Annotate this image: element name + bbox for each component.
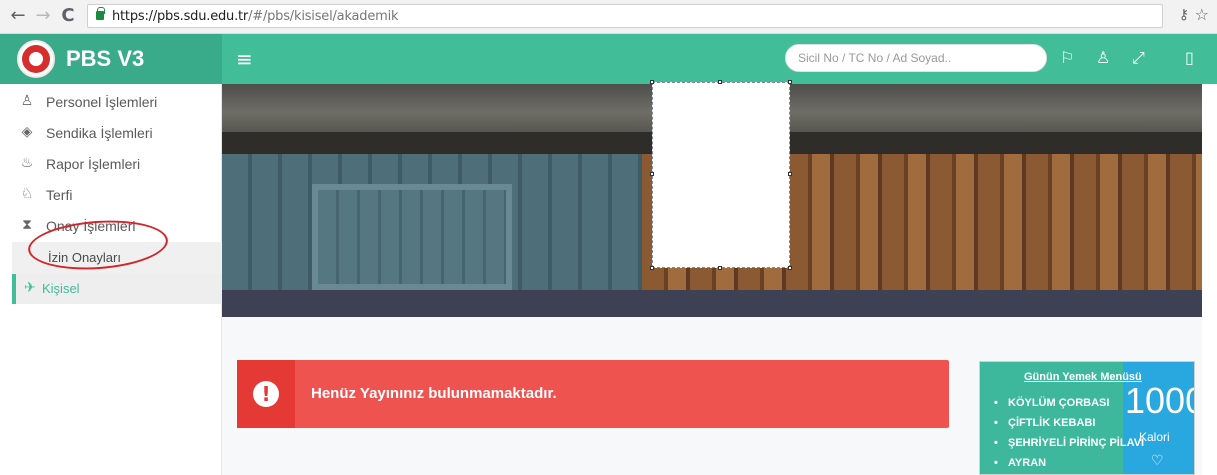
heart-icon[interactable]: ♡: [1151, 453, 1164, 469]
sidebar: ♙ Personel İşlemleri ◈ Sendika İşlemleri…: [0, 84, 222, 475]
daily-menu-card: Günün Yemek Menüsü KÖYLÜM ÇORBASI ÇİFTLİ…: [979, 361, 1195, 475]
pin-icon: ✈: [24, 280, 36, 296]
browser-toolbar: ← → C https://pbs.sdu.edu.tr/#/pbs/kisis…: [0, 0, 1217, 34]
exclamation-icon: !: [253, 381, 279, 407]
lock-icon: [96, 7, 105, 20]
list-item: KÖYLÜM ÇORBASI: [994, 393, 1144, 413]
key-icon[interactable]: ⚷: [1179, 6, 1189, 23]
sidebar-item-kisisel[interactable]: ✈ Kişisel: [12, 274, 222, 304]
calorie-label: Kalori: [1139, 430, 1170, 444]
layers-icon: ◈: [21, 124, 33, 140]
resize-handle[interactable]: [650, 266, 654, 270]
resize-handle[interactable]: [788, 172, 792, 176]
resize-handle[interactable]: [650, 172, 654, 176]
fullscreen-icon[interactable]: ⤢: [1132, 48, 1145, 68]
sidebar-item-label: Terfi: [46, 187, 73, 203]
brand-name: PBS V3: [66, 46, 145, 71]
resize-handle[interactable]: [650, 80, 654, 84]
sidebar-item-label: Kişisel: [42, 281, 80, 296]
sidebar-toggle-icon[interactable]: ▯: [1185, 48, 1194, 67]
alert-icon-box: !: [237, 360, 295, 428]
back-button[interactable]: ←: [8, 5, 28, 27]
address-bar[interactable]: https://pbs.sdu.edu.tr/#/pbs/kisisel/aka…: [87, 4, 1163, 28]
flag-icon[interactable]: ⚐: [1060, 48, 1074, 67]
url-text: https://pbs.sdu.edu.tr/#/pbs/kisisel/aka…: [112, 9, 399, 24]
app-header: PBS V3 ≡ ⚐ ♙ ⤢ ▯: [0, 34, 1217, 84]
bookmark-star-icon[interactable]: ☆: [1195, 5, 1209, 24]
search-input[interactable]: [785, 44, 1047, 72]
brand[interactable]: PBS V3: [0, 34, 222, 84]
resize-handle[interactable]: [718, 80, 722, 84]
users-icon: ♘: [20, 186, 34, 202]
list-item: ŞEHRİYELİ PİRİNÇ PİLAVI: [994, 433, 1144, 453]
profile-strip: [222, 290, 1202, 317]
sidebar-item-label: Rapor İşlemleri: [46, 156, 141, 172]
forward-button[interactable]: →: [33, 5, 53, 27]
resize-handle[interactable]: [718, 266, 722, 270]
resize-handle[interactable]: [788, 80, 792, 84]
sidebar-item-terfi[interactable]: ♘ Terfi: [0, 180, 222, 210]
alert-text: Henüz Yayınınız bulunmamaktadır.: [311, 385, 557, 402]
reload-button[interactable]: C: [58, 5, 78, 27]
sidebar-item-personel[interactable]: ♙ Personel İşlemleri: [0, 87, 222, 117]
sidebar-item-label: Sendika İşlemleri: [46, 125, 153, 141]
sidebar-item-sendika[interactable]: ◈ Sendika İşlemleri: [0, 118, 222, 148]
sidebar-item-rapor[interactable]: ♨ Rapor İşlemleri: [0, 149, 222, 179]
no-publication-alert: ! Henüz Yayınınız bulunmamaktadır.: [237, 360, 949, 428]
user-icon: ♙: [20, 93, 34, 109]
calorie-value: 1000: [1125, 380, 1194, 421]
sidebar-item-label: Personel İşlemleri: [46, 94, 158, 110]
profile-photo-placeholder[interactable]: [650, 80, 792, 270]
hourglass-icon: ⧗: [22, 217, 32, 233]
menu-list: KÖYLÜM ÇORBASI ÇİFTLİK KEBABI ŞEHRİYELİ …: [994, 393, 1144, 473]
list-item: AYRAN: [994, 453, 1144, 473]
list-item: ÇİFTLİK KEBABI: [994, 413, 1144, 433]
user-icon[interactable]: ♙: [1096, 48, 1110, 67]
fire-icon: ♨: [20, 155, 34, 171]
menu-toggle-icon[interactable]: ≡: [236, 47, 253, 71]
university-logo: [17, 40, 55, 78]
cover-door: [312, 184, 512, 290]
resize-handle[interactable]: [788, 266, 792, 270]
